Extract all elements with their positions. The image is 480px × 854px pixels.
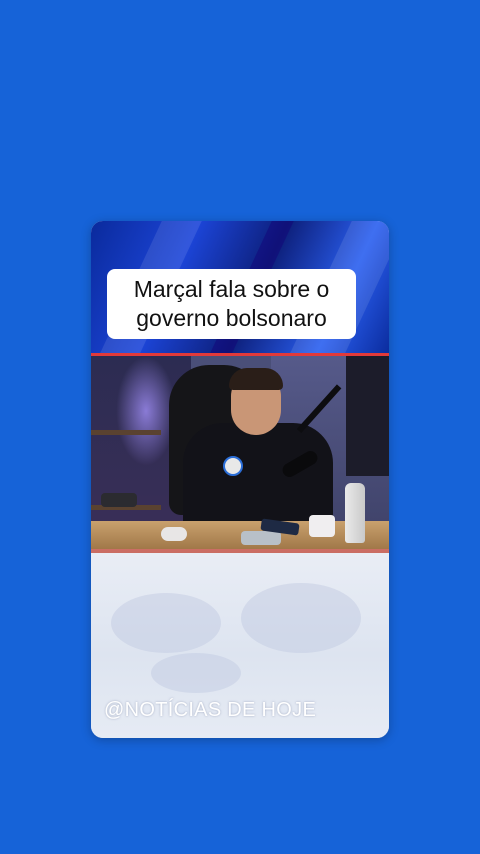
- title-box: Marçal fala sobre o governo bolsonaro: [107, 269, 356, 339]
- toy-car: [241, 531, 281, 545]
- speaker-hand: [161, 527, 187, 541]
- mug: [309, 515, 335, 537]
- video-post-card[interactable]: Marçal fala sobre o governo bolsonaro @N…: [91, 221, 389, 738]
- blur-shape: [151, 653, 241, 693]
- post-title-line-1: Marçal fala sobre o: [133, 276, 330, 302]
- shelf: [91, 430, 161, 435]
- bottle: [345, 483, 365, 543]
- blur-shape: [111, 593, 221, 653]
- video-frame[interactable]: [91, 353, 389, 553]
- blur-shape: [241, 583, 361, 653]
- title-banner: Marçal fala sobre o governo bolsonaro: [91, 221, 389, 353]
- post-title-line-2: governo bolsonaro: [136, 305, 327, 331]
- shirt-badge: [223, 456, 243, 476]
- screen: { "post": { "title_line1": "Marçal fala …: [0, 0, 480, 854]
- dark-panel: [346, 356, 389, 476]
- purple-light: [116, 356, 176, 466]
- toy-car: [101, 493, 137, 507]
- blurred-lower-area: @NOTÍCIAS DE HOJE: [91, 553, 389, 738]
- channel-watermark: @NOTÍCIAS DE HOJE: [104, 699, 317, 721]
- speaker-hair: [229, 368, 283, 390]
